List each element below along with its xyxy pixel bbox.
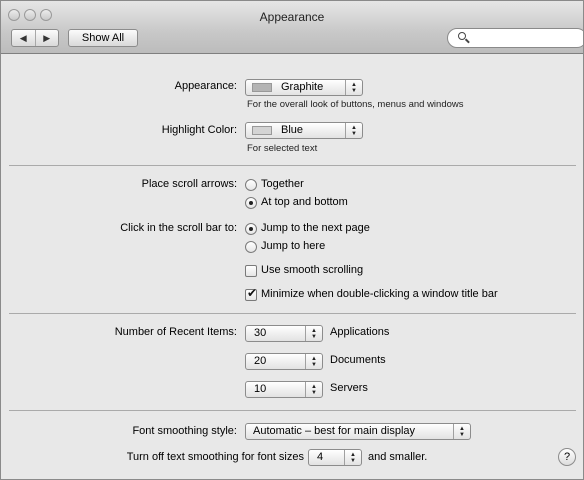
text-smoothing-size-popup[interactable]: 4 ▲ ▼	[308, 449, 362, 466]
preferences-window: Appearance ◀ ▶ Show All Appearance: Grap…	[0, 0, 584, 480]
smooth-scrolling-label[interactable]: Use smooth scrolling	[261, 264, 363, 276]
scroll-click-label: Click in the scroll bar to:	[120, 222, 237, 234]
minimize-double-click-label[interactable]: Minimize when double-clicking a window t…	[261, 288, 498, 300]
search-icon	[458, 32, 466, 40]
appearance-value: Graphite	[281, 81, 324, 93]
search-field[interactable]	[447, 28, 583, 48]
appearance-label: Appearance:	[174, 80, 237, 92]
recent-servers-label: Servers	[330, 382, 368, 394]
radio-jump-next-page-label[interactable]: Jump to the next page	[261, 222, 370, 234]
popup-arrows-icon: ▲ ▼	[345, 80, 362, 95]
popup-arrows-icon: ▲ ▼	[305, 354, 322, 369]
navigation-buttons: ◀ ▶	[11, 29, 59, 47]
text-smoothing-label: Turn off text smoothing for font sizes	[126, 451, 304, 463]
minimize-double-click-checkbox[interactable]: ✔	[245, 287, 257, 301]
font-smoothing-value: Automatic – best for main display	[253, 425, 416, 437]
highlight-color-popup[interactable]: Blue ▲ ▼	[245, 122, 363, 139]
highlight-color-label: Highlight Color:	[161, 124, 237, 136]
text-smoothing-suffix: and smaller.	[368, 451, 428, 463]
highlight-note: For selected text	[247, 143, 318, 154]
recent-documents-popup[interactable]: 20 ▲ ▼	[245, 353, 323, 370]
radio-at-top-and-bottom-label[interactable]: At top and bottom	[261, 196, 348, 208]
title-bar[interactable]: Appearance ◀ ▶ Show All	[1, 1, 583, 54]
radio-together-label[interactable]: Together	[261, 178, 304, 190]
window-title: Appearance	[259, 10, 325, 24]
popup-arrows-icon: ▲ ▼	[344, 450, 361, 465]
recent-items-label: Number of Recent Items:	[114, 326, 237, 338]
radio-jump-to-here-label[interactable]: Jump to here	[261, 240, 325, 252]
radio-at-top-and-bottom[interactable]	[245, 197, 257, 209]
graphite-swatch	[252, 83, 272, 92]
recent-applications-value: 30	[254, 327, 267, 339]
font-smoothing-popup[interactable]: Automatic – best for main display ▲ ▼	[245, 423, 471, 440]
font-smoothing-label: Font smoothing style:	[132, 425, 237, 437]
popup-arrows-icon: ▲ ▼	[453, 424, 470, 439]
recent-servers-value: 10	[254, 383, 267, 395]
scroll-arrows-label: Place scroll arrows:	[141, 178, 237, 190]
divider	[9, 410, 576, 411]
popup-arrows-icon: ▲ ▼	[345, 123, 362, 138]
recent-applications-label: Applications	[330, 326, 390, 338]
recent-servers-popup[interactable]: 10 ▲ ▼	[245, 381, 323, 398]
radio-jump-next-page[interactable]	[245, 223, 257, 235]
appearance-popup[interactable]: Graphite ▲ ▼	[245, 79, 363, 96]
popup-arrows-icon: ▲ ▼	[305, 326, 322, 341]
recent-documents-label: Documents	[330, 354, 386, 366]
forward-arrow-icon[interactable]: ▶	[34, 30, 59, 46]
highlight-color-value: Blue	[281, 124, 304, 136]
blue-swatch	[252, 126, 272, 135]
recent-documents-value: 20	[254, 355, 267, 367]
back-arrow-icon[interactable]: ◀	[12, 30, 35, 46]
search-input[interactable]	[472, 31, 572, 45]
divider	[9, 313, 576, 314]
popup-arrows-icon: ▲ ▼	[305, 382, 322, 397]
recent-applications-popup[interactable]: 30 ▲ ▼	[245, 325, 323, 342]
text-smoothing-size-value: 4	[317, 451, 324, 463]
help-button[interactable]: ?	[558, 448, 576, 466]
show-all-button[interactable]: Show All	[68, 29, 138, 47]
appearance-note: For the overall look of buttons, menus a…	[247, 99, 464, 110]
radio-jump-to-here[interactable]	[245, 241, 257, 253]
divider	[9, 165, 576, 166]
radio-together[interactable]	[245, 179, 257, 191]
smooth-scrolling-checkbox[interactable]	[245, 265, 257, 277]
